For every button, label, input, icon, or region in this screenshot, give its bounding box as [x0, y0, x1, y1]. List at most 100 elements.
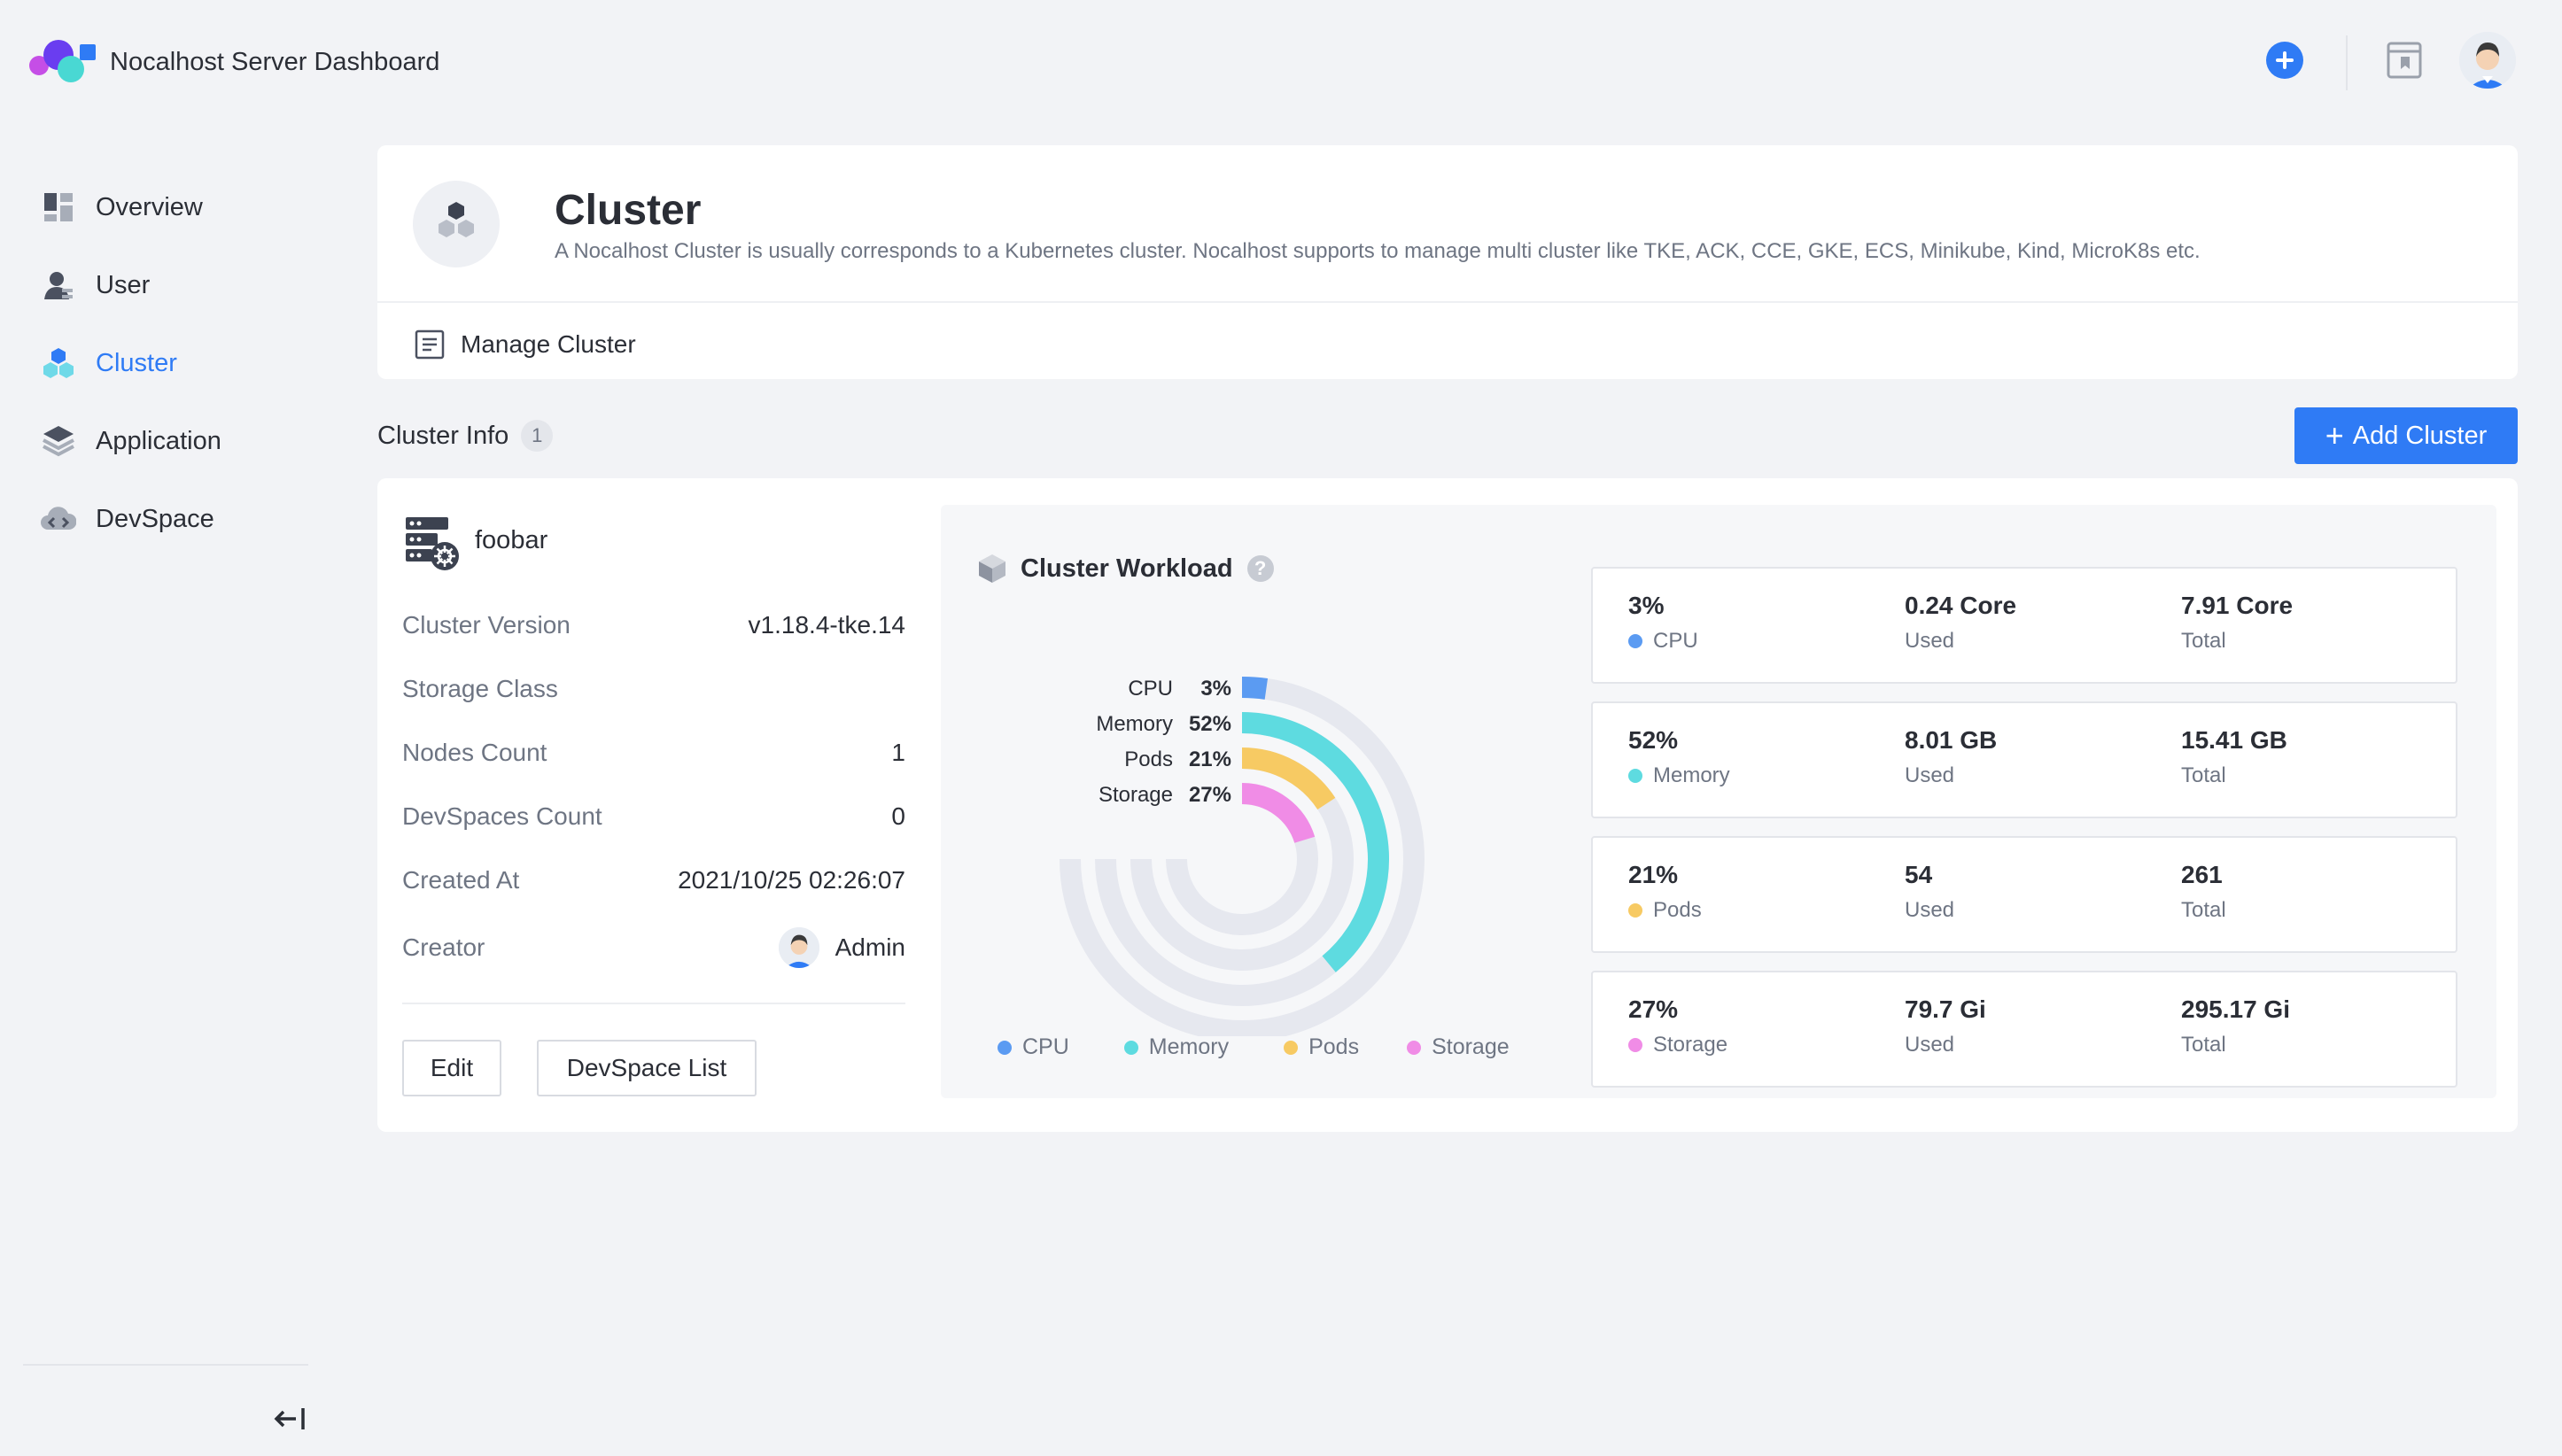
ring-value-pods: 21% — [1189, 747, 1231, 771]
stat-dot — [1628, 769, 1642, 783]
creator-value: Admin — [778, 927, 905, 968]
stat-name: Memory — [1653, 763, 1730, 787]
chart-legend: CPU Memory Pods Storage — [998, 1034, 1564, 1060]
stat-total-col: 7.91 Core Total — [2181, 592, 2293, 654]
docs-icon[interactable] — [2387, 41, 2422, 80]
stat-percent: 3% — [1628, 592, 1665, 619]
sidebar-divider — [23, 1364, 308, 1366]
devspace-list-button[interactable]: DevSpace List — [537, 1040, 757, 1096]
cluster-name: foobar — [475, 526, 548, 554]
workload-radial-chart: CPU 3% Memory 52% Pods 21% Storage 27% — [1060, 677, 1425, 1036]
ring-value-cpu: 3% — [1200, 677, 1231, 701]
field-key: DevSpaces Count — [402, 802, 602, 830]
stat-name-row: Pods — [1628, 898, 1702, 923]
field-key: Created At — [402, 866, 520, 894]
stat-card-pods: 21% Pods 54 Used 261 Total — [1591, 836, 2457, 953]
stat-percent-col: 3% CPU — [1628, 592, 1698, 654]
cloud-code-icon — [39, 500, 78, 538]
field-value: 1 — [891, 739, 905, 766]
server-kubernetes-icon — [406, 517, 459, 570]
help-icon[interactable]: ? — [1246, 555, 1274, 582]
nocalhost-logo — [29, 40, 96, 82]
cluster-info-title: Cluster Info — [377, 421, 509, 450]
stat-total: 261 — [2181, 861, 2223, 888]
field-key: Storage Class — [402, 675, 558, 702]
top-bar: Nocalhost Server Dashboard — [0, 0, 2562, 124]
stat-used: 0.24 Core — [1905, 592, 2017, 619]
header-divider — [2346, 35, 2348, 90]
field-key: Nodes Count — [402, 739, 547, 766]
stat-used-label: Used — [1905, 1033, 1955, 1057]
legend-item-cpu[interactable]: CPU — [998, 1034, 1069, 1060]
field-devspaces-count: DevSpaces Count 0 — [402, 802, 905, 831]
legend-dot — [1284, 1040, 1299, 1055]
edit-button[interactable]: Edit — [402, 1040, 501, 1096]
stat-used-col: 0.24 Core Used — [1905, 592, 2016, 654]
add-cluster-button[interactable]: + Add Cluster — [2294, 407, 2518, 464]
ring-bar-storage[interactable] — [1241, 783, 1316, 844]
stat-total-label: Total — [2181, 898, 2226, 922]
user-avatar[interactable] — [2459, 32, 2516, 89]
stat-used-label: Used — [1905, 763, 1955, 787]
sidebar-item-label: User — [96, 270, 151, 299]
app-title: Nocalhost Server Dashboard — [110, 48, 440, 76]
plus-icon: + — [2325, 417, 2344, 453]
legend-label: CPU — [1022, 1034, 1069, 1059]
legend-item-storage[interactable]: Storage — [1407, 1034, 1510, 1060]
layers-icon — [39, 422, 78, 461]
stat-total-col: 15.41 GB Total — [2181, 726, 2287, 788]
legend-item-memory[interactable]: Memory — [1123, 1034, 1229, 1060]
add-cluster-label: Add Cluster — [2352, 421, 2488, 450]
stat-dot — [1628, 903, 1642, 918]
sidebar-item-label: Cluster — [96, 348, 177, 377]
manage-cluster-tab[interactable]: Manage Cluster — [415, 322, 636, 367]
stat-percent: 52% — [1628, 726, 1679, 754]
header-card-divider — [377, 301, 2518, 303]
stat-card-cpu: 3% CPU 0.24 Core Used 7.91 Core Total — [1591, 567, 2457, 684]
page-description: A Nocalhost Cluster is usually correspon… — [555, 239, 2201, 263]
field-created-at: Created At 2021/10/25 02:26:07 — [402, 866, 905, 895]
stat-name: CPU — [1653, 629, 1698, 653]
stat-total-label: Total — [2181, 1033, 2226, 1057]
sidebar-item-overview[interactable]: Overview — [39, 181, 305, 234]
field-value: 2021/10/25 02:26:07 — [678, 866, 905, 894]
field-value: 0 — [891, 802, 905, 830]
field-cluster-version: Cluster Version v1.18.4-tke.14 — [402, 611, 905, 639]
field-key: Cluster Version — [402, 611, 571, 639]
creator-name: Admin — [835, 933, 905, 961]
stat-percent: 27% — [1628, 995, 1679, 1023]
sidebar-item-devspace[interactable]: DevSpace — [39, 492, 305, 546]
cluster-icon — [39, 344, 78, 383]
sidebar-item-label: DevSpace — [96, 504, 214, 533]
field-creator: Creator Admin — [402, 923, 905, 972]
sidebar-item-user[interactable]: User — [39, 259, 305, 312]
cluster-hex-icon — [413, 181, 500, 267]
stat-percent-col: 21% Pods — [1628, 861, 1702, 923]
ring-value-storage: 27% — [1189, 783, 1231, 807]
stat-used: 54 — [1905, 861, 1933, 888]
ring-label-storage: Storage — [1099, 783, 1173, 807]
sidebar-item-cluster[interactable]: Cluster — [39, 337, 305, 390]
legend-item-pods[interactable]: Pods — [1284, 1034, 1359, 1060]
stat-card-memory: 52% Memory 8.01 GB Used 15.41 GB Total — [1591, 701, 2457, 818]
stat-dot — [1628, 634, 1642, 648]
stat-percent: 21% — [1628, 861, 1679, 888]
sidebar-item-application[interactable]: Application — [39, 414, 305, 468]
add-circle-icon[interactable] — [2266, 42, 2303, 79]
ring-track-cpu — [1060, 677, 1425, 1036]
list-icon — [415, 329, 445, 360]
ring-label-cpu: CPU — [1128, 677, 1173, 701]
collapse-arrow-icon[interactable] — [271, 1403, 307, 1435]
overview-icon — [39, 188, 78, 227]
page-title: Cluster — [555, 187, 702, 234]
stat-total-label: Total — [2181, 629, 2226, 653]
legend-label: Pods — [1308, 1034, 1360, 1059]
legend-dot — [1407, 1040, 1422, 1055]
field-storage-class: Storage Class — [402, 675, 905, 703]
stat-used: 8.01 GB — [1905, 726, 1998, 754]
stat-total: 15.41 GB — [2181, 726, 2287, 754]
sidebar-item-label: Overview — [96, 192, 203, 221]
ring-bar-cpu[interactable] — [1241, 677, 1269, 700]
stat-total-label: Total — [2181, 763, 2226, 787]
manage-cluster-label: Manage Cluster — [461, 330, 636, 358]
